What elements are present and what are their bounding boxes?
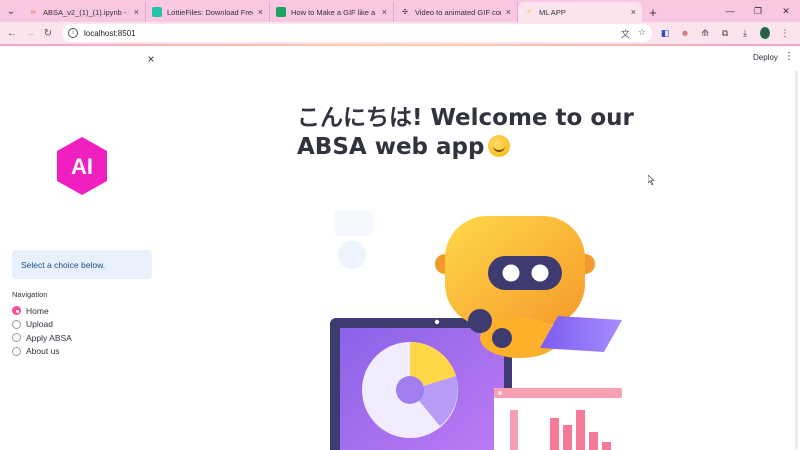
doc-icon [276, 7, 286, 17]
radio-label: About us [26, 346, 60, 357]
extensions-puzzle-icon[interactable]: ⧉ [720, 28, 730, 39]
reload-icon[interactable]: ↻ [38, 23, 58, 43]
close-window-icon[interactable]: ✕ [772, 0, 800, 22]
extension-arrows-icon[interactable]: ⟰ [700, 28, 710, 39]
robot-laptop-illustration [330, 210, 622, 450]
radio-label: Apply ABSA [26, 332, 72, 343]
gif-icon: ✣ [402, 9, 408, 16]
navigation-label: Navigation [12, 290, 48, 299]
tab-title: LottieFiles: Download Free lightw [167, 7, 253, 17]
logo-text: AI [71, 154, 93, 179]
streamlit-icon: ✧ [526, 9, 532, 16]
close-sidebar-button[interactable]: × [145, 52, 157, 66]
close-icon[interactable]: × [258, 7, 263, 17]
browser-tab-bar: ⌄ ∞ ABSA_v2_(1)_(1).ipynb - Colab × Lott… [0, 0, 800, 22]
radio-selected-icon [12, 306, 21, 316]
close-icon[interactable]: × [631, 7, 636, 17]
smiling-face-icon [488, 135, 511, 157]
close-icon[interactable]: × [134, 7, 139, 17]
browser-tab[interactable]: ∞ ABSA_v2_(1)_(1).ipynb - Colab × [22, 2, 146, 22]
radio-apply-absa[interactable]: Apply ABSA [12, 331, 72, 345]
sidebar: × AI Select a choice below. Navigation H… [0, 46, 165, 450]
browser-tab[interactable]: How to Make a GIF like a Pro: T × [270, 2, 394, 22]
tab-title: How to Make a GIF like a Pro: T [291, 7, 377, 17]
tab-search-button[interactable]: ⌄ [0, 0, 22, 22]
radio-home[interactable]: Home [12, 304, 72, 318]
main-scrollbar[interactable] [795, 70, 798, 450]
deploy-button[interactable]: Deploy [753, 53, 778, 62]
close-icon[interactable]: × [382, 7, 387, 17]
radio-label: Upload [26, 319, 53, 330]
download-icon[interactable]: ⤓ [740, 28, 750, 39]
browser-tab[interactable]: LottieFiles: Download Free lightw × [146, 2, 270, 22]
url-text: localhost:8501 [84, 28, 136, 38]
browser-tab[interactable]: ✣ Video to animated GIF converter × [394, 2, 518, 22]
mouse-cursor-icon [648, 175, 655, 185]
chevron-down-icon: ⌄ [6, 5, 16, 17]
colab-icon: ∞ [30, 8, 36, 16]
close-icon[interactable]: × [506, 7, 511, 17]
extensions-bar: ◧ ☻ ⟰ ⧉ ⤓ N ⋮ [660, 22, 790, 44]
bookmark-star-icon[interactable]: ☆ [638, 27, 646, 40]
info-text: Select a choice below. [21, 259, 106, 270]
profile-avatar[interactable]: N [760, 27, 770, 39]
address-bar: ← → ↻ i localhost:8501 文 ☆ ◧ ☻ ⟰ ⧉ ⤓ N ⋮ [0, 22, 800, 44]
radio-unselected-icon [12, 333, 21, 343]
lottiefiles-icon [152, 7, 162, 17]
minimize-icon[interactable]: — [716, 0, 744, 22]
browser-tab-active[interactable]: ✧ ML APP × [518, 2, 642, 22]
restore-icon[interactable]: ❐ [744, 0, 772, 22]
radio-unselected-icon [12, 319, 21, 329]
translate-icon[interactable]: 文 [621, 27, 630, 40]
back-icon[interactable]: ← [2, 23, 22, 43]
tab-title: ABSA_v2_(1)_(1).ipynb - Colab [43, 7, 129, 17]
extension-d-icon[interactable]: ◧ [660, 28, 670, 39]
new-tab-button[interactable]: + [642, 2, 664, 22]
tab-title: Video to animated GIF converter [415, 7, 501, 17]
ai-logo: AI [57, 137, 107, 195]
radio-label: Home [26, 305, 49, 316]
browser-menu-icon[interactable]: ⋮ [780, 28, 790, 39]
page-title: こんにちは! Welcome to our ABSA web app [297, 104, 677, 162]
extension-face-icon[interactable]: ☻ [680, 28, 690, 38]
main-menu-icon[interactable]: ⋮ [784, 51, 794, 62]
site-info-icon[interactable]: i [68, 28, 78, 38]
page-title-text: こんにちは! Welcome to our ABSA web app [297, 105, 634, 160]
radio-about-us[interactable]: About us [12, 345, 72, 359]
forward-icon[interactable]: → [20, 23, 40, 43]
info-alert: Select a choice below. [12, 250, 152, 279]
radio-unselected-icon [12, 346, 21, 356]
radio-upload[interactable]: Upload [12, 318, 72, 332]
tab-title: ML APP [539, 7, 566, 17]
window-controls: — ❐ ✕ [716, 0, 800, 22]
url-field[interactable]: i localhost:8501 文 ☆ [62, 24, 652, 42]
navigation-radio-group: Home Upload Apply ABSA About us [12, 304, 72, 358]
